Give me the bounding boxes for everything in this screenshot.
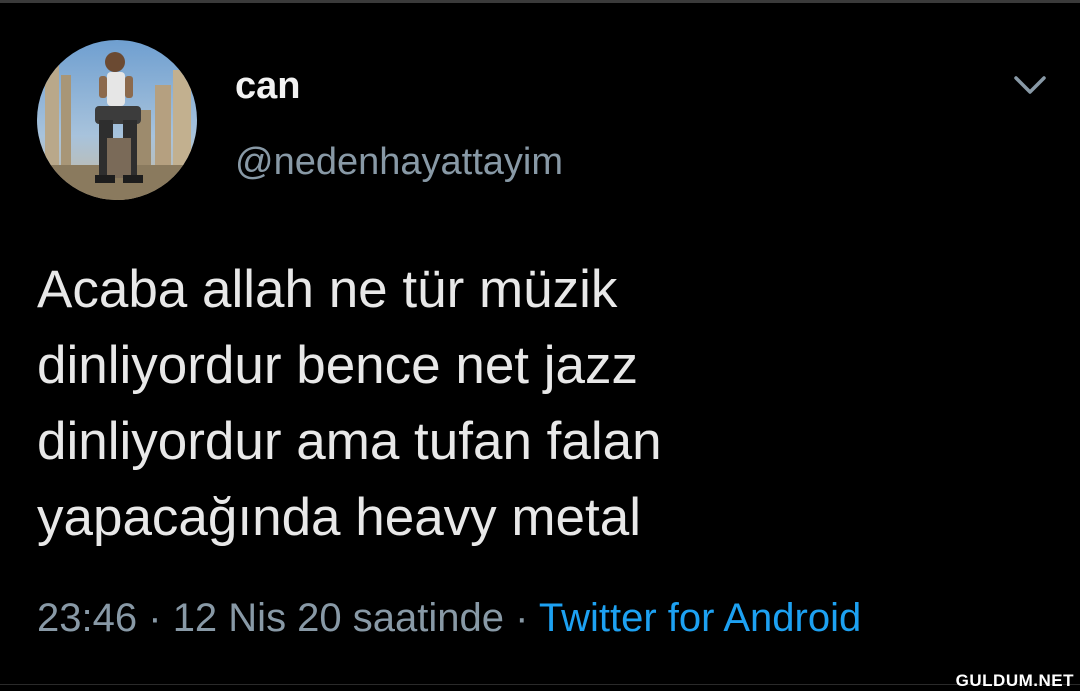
bottom-divider — [0, 684, 1080, 685]
user-handle[interactable]: @nedenhayattayim — [235, 138, 563, 186]
tweet-metadata: 23:46 · 12 Nis 20 saatinde · Twitter for… — [37, 592, 861, 644]
watermark: GULDUM.NET — [955, 671, 1074, 690]
tweet-text-line: yapacağında heavy metal — [37, 488, 642, 547]
meta-separator: · — [148, 596, 162, 640]
display-name[interactable]: can — [235, 62, 300, 110]
tweet-source-link[interactable]: Twitter for Android — [539, 596, 861, 640]
meta-separator: · — [515, 596, 529, 640]
chevron-down-icon[interactable] — [1010, 70, 1050, 100]
tweet-date[interactable]: 12 Nis 20 saatinde — [173, 596, 504, 640]
tweet-text-line: dinliyordur ama tufan falan — [37, 412, 662, 471]
tweet-text-line: Acaba allah ne tür müzik — [37, 260, 618, 319]
avatar[interactable] — [37, 40, 197, 200]
avatar-photo — [37, 40, 197, 200]
tweet-text-line: dinliyordur bence net jazz — [37, 336, 639, 395]
tweet-time[interactable]: 23:46 — [37, 596, 137, 640]
tweet-text: Acaba allah ne tür müzik dinliyordur ben… — [37, 252, 1037, 556]
top-divider — [0, 0, 1080, 3]
